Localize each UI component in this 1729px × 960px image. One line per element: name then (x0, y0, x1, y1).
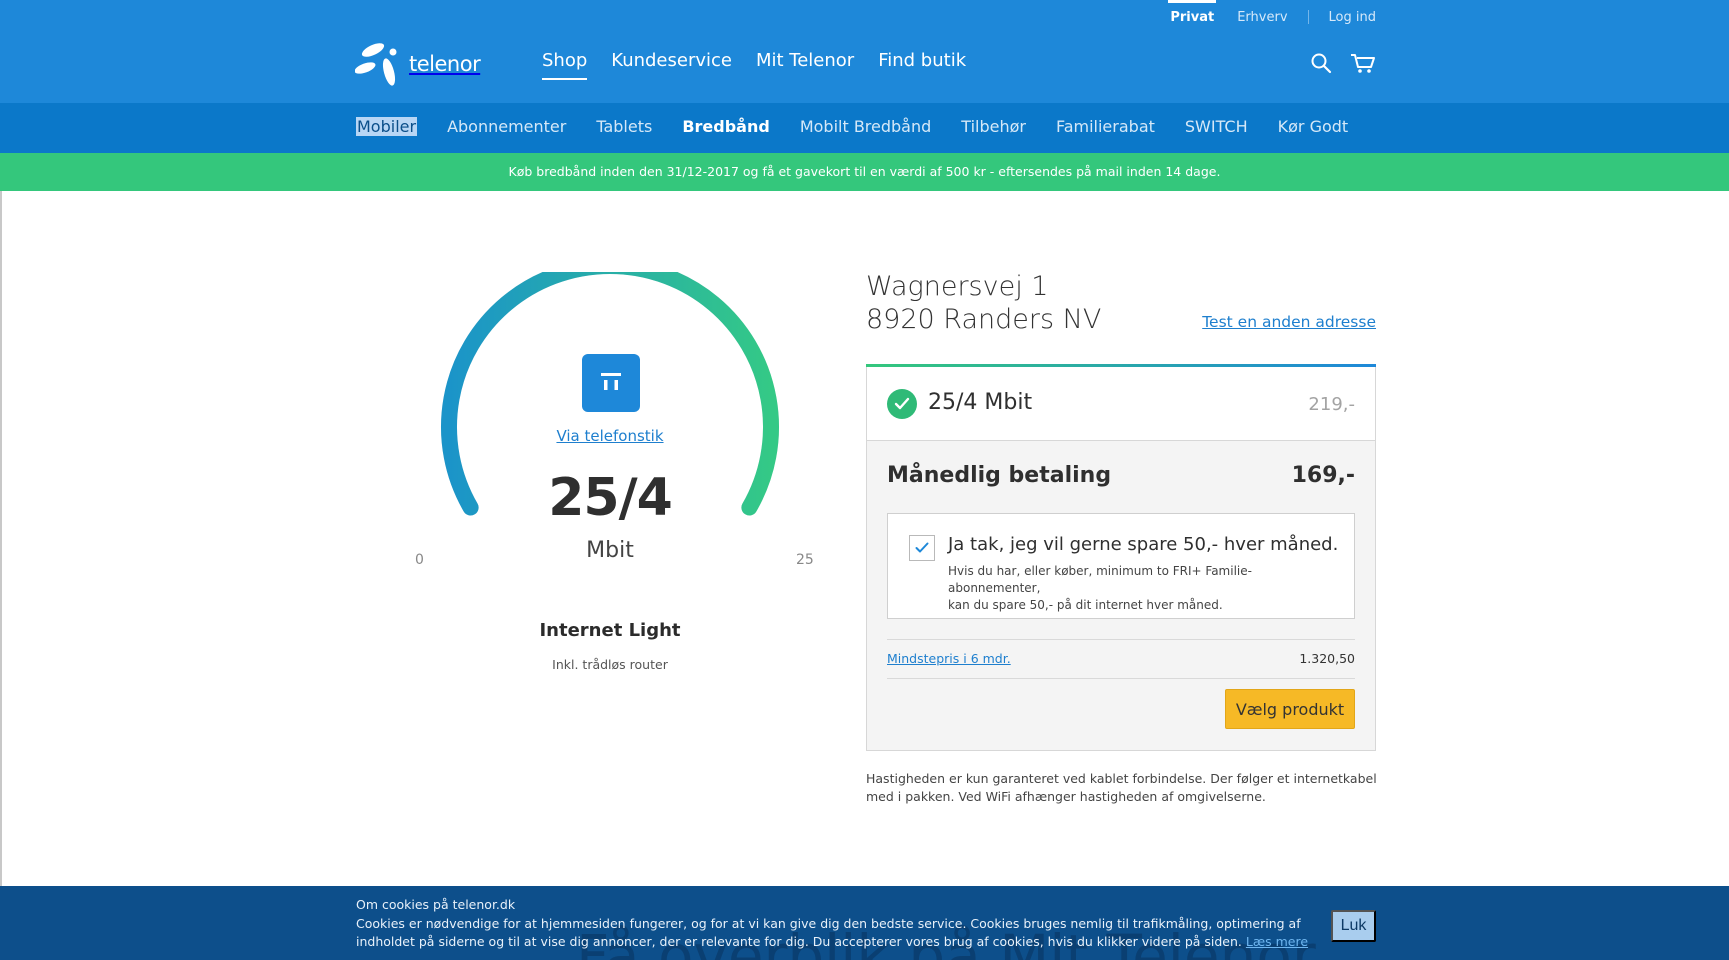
address-street: Wagnersvej 1 (866, 271, 1049, 302)
min-price-row: Mindstepris i 6 mdr. 1.320,50 (887, 639, 1355, 679)
subnav-abonnementer[interactable]: Abonnementer (447, 117, 566, 136)
subnav-mobiler[interactable]: Mobiler (356, 117, 418, 136)
test-other-address-link[interactable]: Test en anden adresse (1202, 313, 1376, 331)
cookie-close-button[interactable]: Luk (1331, 910, 1376, 942)
min-price-value: 1.320,50 (1299, 651, 1355, 666)
check-circle-icon (887, 389, 917, 419)
offer-box: 25/4 Mbit 219,- Månedlig betaling 169,- … (866, 364, 1376, 751)
subnav-tablets[interactable]: Tablets (596, 117, 652, 136)
choose-product-button[interactable]: Vælg produkt (1225, 689, 1355, 729)
header-icons (1310, 52, 1376, 74)
save-option: Ja tak, jeg vil gerne spare 50,- hver må… (887, 513, 1355, 619)
search-icon[interactable] (1310, 52, 1332, 74)
monthly-payment-price: 169,- (1291, 463, 1355, 488)
page-edge-shadow (0, 191, 2, 886)
speed-gauge: Via telefonstik 25/4 Mbit 0 25 (405, 272, 815, 582)
subnav-switch[interactable]: SWITCH (1185, 117, 1248, 136)
checkmark-icon (915, 542, 929, 553)
nav-mit-telenor[interactable]: Mit Telenor (756, 50, 854, 71)
telenor-logo[interactable]: telenor (355, 40, 481, 88)
save-option-description: Hvis du har, eller køber, minimum to FRI… (948, 563, 1338, 614)
save-option-label[interactable]: Ja tak, jeg vil gerne spare 50,- hver må… (948, 534, 1338, 555)
cart-icon[interactable] (1350, 52, 1376, 74)
speed-unit: Mbit (586, 538, 634, 563)
subnav-tilbehoer[interactable]: Tilbehør (961, 117, 1026, 136)
subnav-koer-godt[interactable]: Kør Godt (1278, 117, 1349, 136)
divider (1307, 10, 1309, 24)
login-link[interactable]: Log ind (1329, 10, 1376, 25)
offer-old-price: 219,- (1308, 394, 1355, 415)
address-city: 8920 Randers NV (866, 304, 1102, 335)
gauge-max-label: 25 (796, 552, 814, 568)
min-price-link[interactable]: Mindstepris i 6 mdr. (887, 651, 1011, 666)
save-checkbox[interactable] (909, 535, 935, 561)
brand-name: telenor (409, 52, 481, 76)
sub-nav: Mobiler Abonnementer Tablets Bredbånd Mo… (0, 103, 1729, 153)
promo-banner: Køb bredbånd inden den 31/12-2017 og få … (0, 153, 1729, 191)
subnav-familierabat[interactable]: Familierabat (1056, 117, 1155, 136)
nav-find-butik[interactable]: Find butik (878, 50, 966, 71)
offer-title: 25/4 Mbit (928, 390, 1033, 415)
speed-value: 25/4 (548, 468, 673, 528)
read-more-link[interactable]: Læs mere (1246, 934, 1308, 949)
gauge-min-label: 0 (415, 552, 424, 568)
telenor-propeller-icon (355, 43, 397, 86)
via-telefonstik-link[interactable]: Via telefonstik (405, 427, 815, 445)
cookie-text: Cookies er nødvendige for at hjemmesiden… (356, 916, 1301, 949)
privat-link[interactable]: Privat (1168, 0, 1217, 25)
router-icon (582, 354, 640, 412)
save-description-line-2: kan du spare 50,- på dit internet hver m… (948, 598, 1223, 612)
top-bar: Privat Erhverv Log ind telenor Shop Kund… (0, 0, 1729, 103)
main-nav: Shop Kundeservice Mit Telenor Find butik (542, 50, 990, 80)
subnav-bredbaand[interactable]: Bredbånd (682, 117, 769, 136)
cookie-banner: Få overblik på Mit Telenor Om cookies på… (0, 886, 1729, 960)
cookie-title: Om cookies på telenor.dk (356, 897, 516, 912)
utility-nav: Privat Erhverv Log ind (1168, 0, 1376, 34)
speed-disclaimer: Hastigheden er kun garanteret ved kablet… (866, 771, 1377, 804)
subnav-mobilt-bredbaand[interactable]: Mobilt Bredbånd (800, 117, 931, 136)
package-subtitle: Inkl. trådløs router (552, 657, 668, 672)
nav-shop[interactable]: Shop (542, 50, 588, 80)
cookie-text-block: Cookies er nødvendige for at hjemmesiden… (356, 915, 1316, 951)
save-description-line-1: Hvis du har, eller køber, minimum to FRI… (948, 564, 1252, 595)
nav-kundeservice[interactable]: Kundeservice (611, 50, 732, 71)
offer-header: 25/4 Mbit 219,- (867, 367, 1375, 441)
package-name: Internet Light (539, 620, 681, 641)
erhverv-link[interactable]: Erhverv (1237, 10, 1287, 25)
monthly-payment-label: Månedlig betaling (887, 463, 1112, 488)
address-block: Wagnersvej 1 8920 Randers NV (866, 270, 1101, 336)
